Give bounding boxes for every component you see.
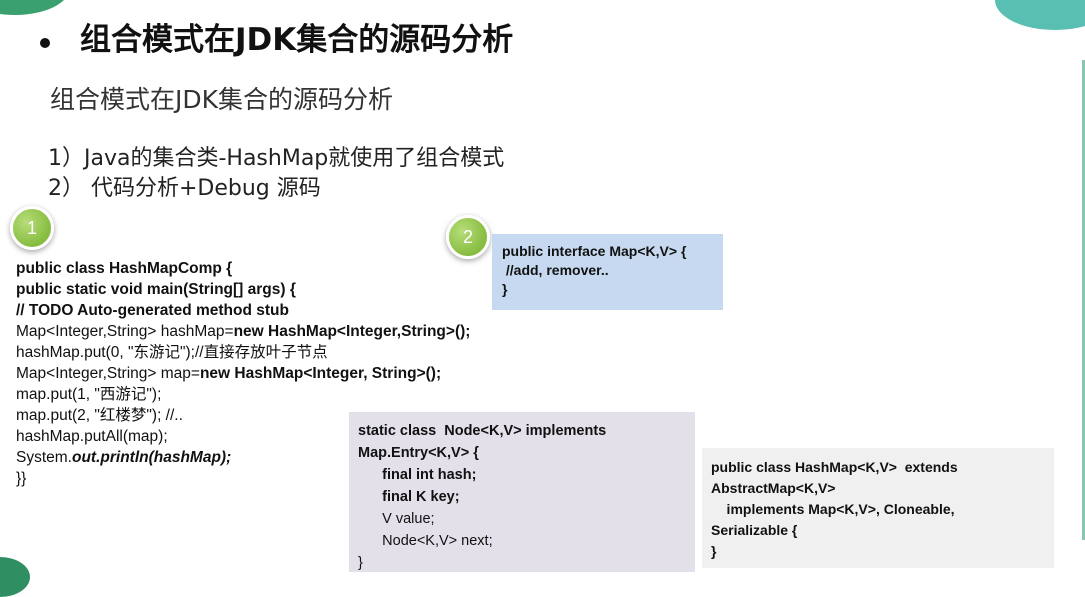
code-line: map.put(2, "红楼梦"); //.. xyxy=(16,407,183,424)
hashmap-class-box: public class HashMap<K,V> extends Abstra… xyxy=(702,448,1054,568)
node-class-box: static class Node<K,V> implements Map.En… xyxy=(349,412,695,572)
decorative-corner-top-right xyxy=(995,0,1085,30)
code-line-bold: new HashMap<Integer,String>(); xyxy=(233,323,471,340)
code-line: Map<Integer,String> hashMap= xyxy=(16,323,234,340)
code-line: V value; xyxy=(358,511,435,527)
code-line: Map.Entry<K,V> { xyxy=(358,445,479,461)
decorative-corner-bottom-left xyxy=(0,557,30,597)
badge-1: 1 xyxy=(10,206,54,250)
code-line: hashMap.putAll(map); xyxy=(16,428,168,445)
badge-2: 2 xyxy=(446,215,490,259)
decorative-corner-top-left xyxy=(0,0,70,15)
code-line: Node<K,V> next; xyxy=(358,533,493,549)
code-line: }} xyxy=(16,470,27,487)
list-item: 2） 代码分析+Debug 源码 xyxy=(48,176,321,201)
code-line: map.put(1, "西游记"); xyxy=(16,386,162,403)
code-line: static class Node<K,V> implements xyxy=(358,423,607,439)
code-line: final K key; xyxy=(358,489,460,505)
code-line-bold: new HashMap<Integer, String>(); xyxy=(199,365,442,382)
code-line: System. xyxy=(16,449,72,466)
code-line: hashMap.put(0, "东游记");//直接存放叶子节点 xyxy=(16,344,328,361)
code-line: final int hash; xyxy=(358,467,477,483)
code-line: Map<Integer,String> map= xyxy=(16,365,200,382)
bullet-dot-icon xyxy=(40,38,50,48)
code-line: // TODO Auto-generated method stub xyxy=(16,302,289,319)
code-line: public class HashMapComp { xyxy=(16,260,233,277)
node-class-code: static class Node<K,V> implements Map.En… xyxy=(358,420,606,574)
code-line: } xyxy=(358,555,363,571)
code-line-italic: out.println(hashMap); xyxy=(71,449,232,466)
map-interface-box: public interface Map<K,V> { //add, remov… xyxy=(492,234,723,310)
code-line: public static void main(String[] args) { xyxy=(16,281,296,298)
slide-heading: 组合模式在JDK集合的源码分析 xyxy=(80,22,514,58)
slide-subtitle: 组合模式在JDK集合的源码分析 xyxy=(50,85,394,114)
slide-list: 1）Java的集合类-HashMap就使用了组合模式 2） 代码分析+Debug… xyxy=(48,144,504,204)
list-item: 1）Java的集合类-HashMap就使用了组合模式 xyxy=(48,146,505,171)
hashmap-class-code: public class HashMap<K,V> extends Abstra… xyxy=(711,459,958,559)
map-interface-code: public interface Map<K,V> { //add, remov… xyxy=(502,243,687,297)
